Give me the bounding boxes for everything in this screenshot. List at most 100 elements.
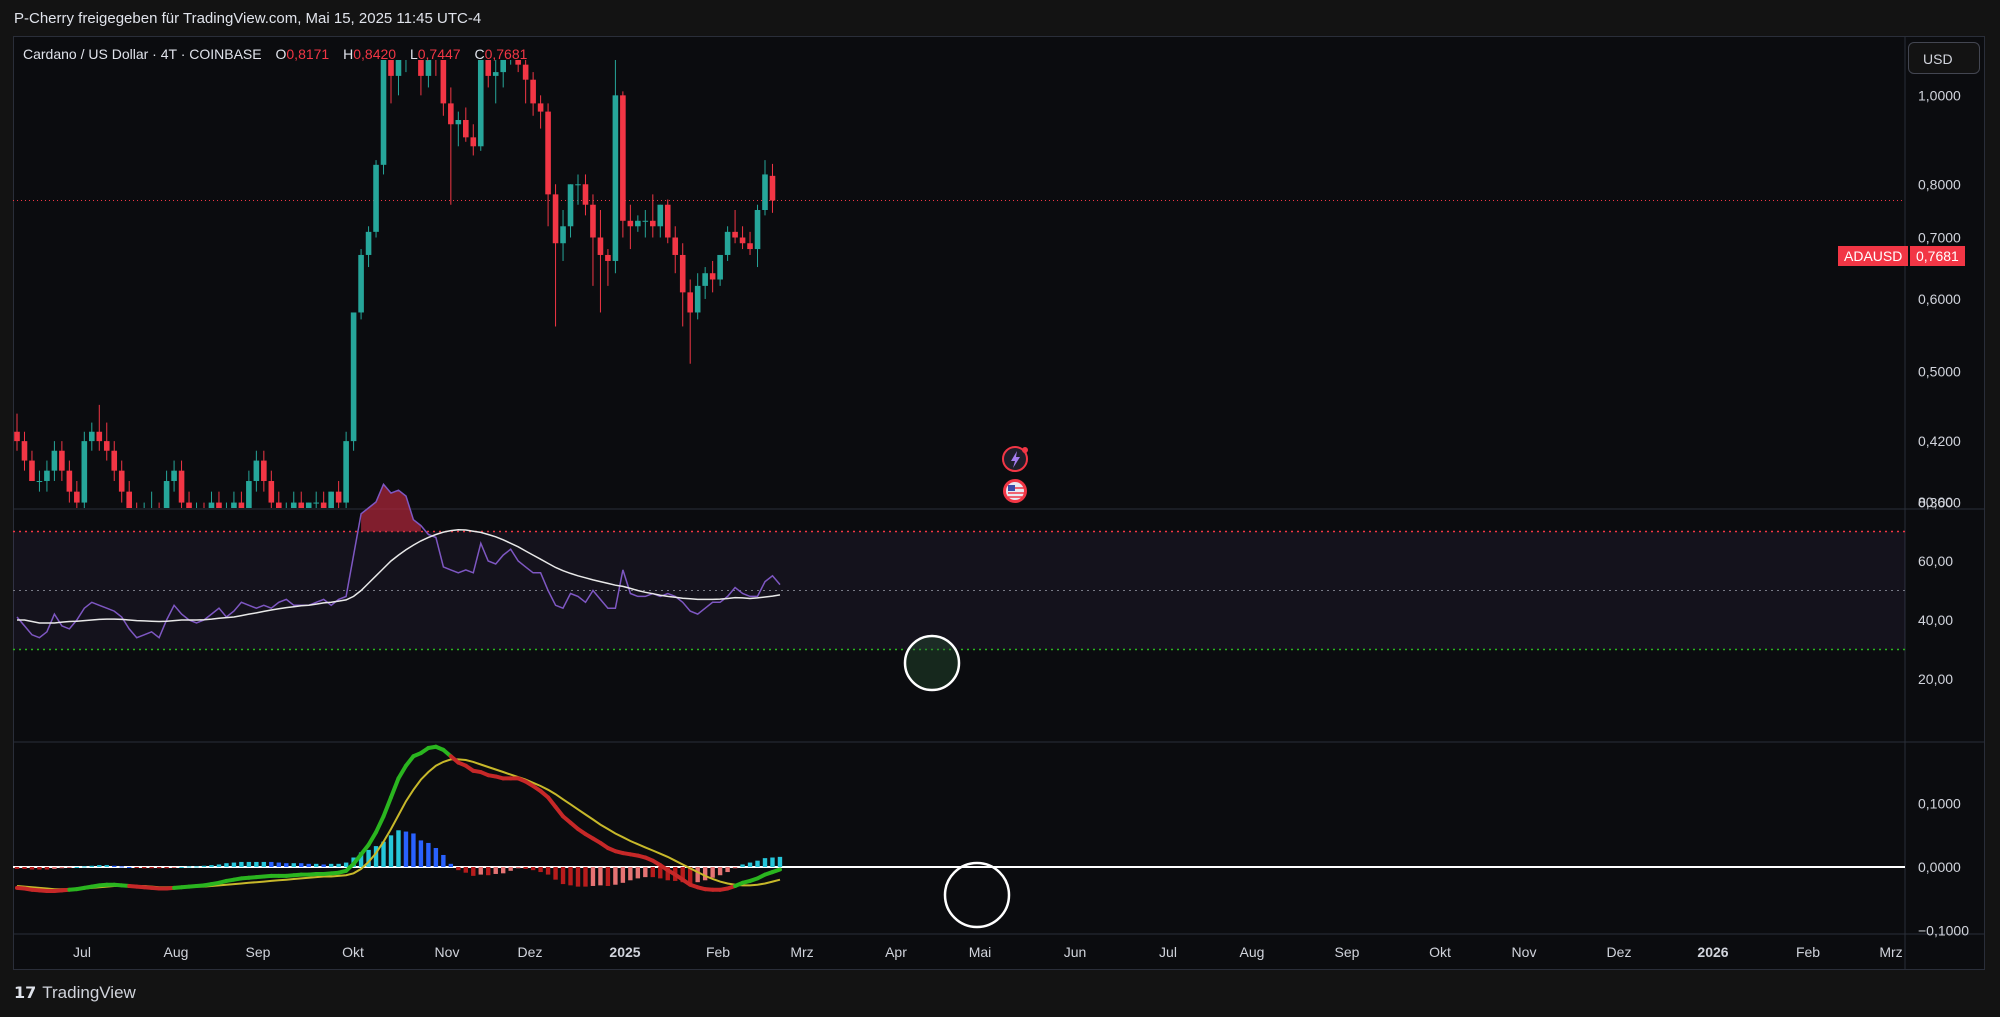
time-axis-label: Mai [969,944,992,960]
macd-axis-label: 0,0000 [1918,859,1961,875]
macd-histogram-bar [254,861,259,867]
candle-body [567,184,574,227]
macd-histogram-bar [231,862,237,867]
candle-body [126,491,132,508]
macd-histogram-bar [523,867,528,869]
macd-histogram-bar [194,866,199,868]
time-axis-label: Nov [435,944,460,960]
macd-histogram-bar [328,863,334,867]
candle-body [358,254,364,313]
macd-histogram-bar [456,867,461,871]
candle-body [313,502,319,504]
candle-body [51,450,58,471]
macd-histogram-bar [89,865,94,867]
candle-body [74,491,80,503]
macd-histogram-bar [284,863,289,867]
macd-histogram-bar [501,867,506,874]
macd-histogram-bar [239,861,244,867]
macd-histogram-bar [269,861,274,867]
macd-histogram-bar [590,867,596,886]
macd-axis-label: 0,1000 [1918,796,1961,812]
candle-body [283,514,289,515]
macd-histogram-bar [560,867,566,885]
rsi-overbought-fill [361,484,421,532]
candle-body [208,502,215,508]
candle-body [365,231,372,255]
candle-body [747,243,753,250]
candle-body [21,441,28,461]
macd-histogram-bar [261,861,267,867]
symbol-name[interactable]: Cardano / US Dollar · 4T · COINBASE [23,46,262,62]
candle-body [350,312,357,442]
macd-histogram-bar [209,865,214,867]
macd-histogram-bar [553,867,558,880]
macd-histogram-bar [411,833,416,867]
candle-body [298,502,305,508]
macd-histogram-bar [29,867,35,870]
time-axis-label: Okt [1429,944,1451,960]
candle-body [605,254,611,261]
macd-highlight-circle [943,861,1011,929]
macd-histogram-bar [246,861,252,867]
macd-histogram-bar [493,867,498,874]
macd-histogram-bar [486,867,491,876]
candle-body [171,470,177,482]
candle-body [627,220,634,227]
macd-histogram-bar [336,863,341,867]
time-axis-label: Okt [342,944,364,960]
time-axis-label: Aug [164,944,189,960]
time-axis-label: Nov [1512,944,1537,960]
candle-body [156,514,162,526]
low-label: L [409,46,418,62]
macd-line-segment [366,830,379,847]
macd-histogram-bar [702,867,708,881]
macd-histogram-bar [508,867,513,871]
last-price-tag: 0,7681 [1910,246,1965,266]
candle-body [754,210,761,250]
price-axis-label: 0,4200 [1918,433,1961,449]
candle-body [582,184,589,205]
macd-histogram-bar [171,867,177,868]
macd-line-segment [374,814,386,835]
time-axis-label: Dez [518,944,543,960]
lightning-event-icon [1002,446,1028,472]
macd-histogram-bar [515,867,521,869]
macd-histogram-bar [433,848,439,867]
tradingview-brand[interactable]: 𝟭𝟳 TradingView [14,983,136,1003]
tradingview-logo-icon: 𝟭𝟳 [14,985,37,1002]
candle-body [642,220,649,222]
candle-body [530,79,536,104]
brand-name: TradingView [42,983,136,1002]
macd-histogram-bar [583,867,588,887]
candle-body [276,502,282,508]
macd-histogram-bar [732,867,738,869]
macd-histogram-bar [598,867,603,886]
candle-body [575,184,581,186]
macd-histogram-bar [568,867,573,886]
macd-histogram-bar [388,835,394,867]
macd-histogram-bar [463,867,468,873]
candle-body [14,431,20,442]
macd-histogram-bar [426,842,431,867]
candle-body [44,470,50,482]
macd-histogram-bar [59,867,65,869]
macd-histogram-bar [710,867,715,878]
macd-histogram-bar [403,831,409,867]
candle-body [440,60,447,104]
currency-button[interactable]: USD [1908,42,1980,74]
time-axis-label: 2026 [1697,944,1728,960]
candle-body [769,175,776,201]
candle-body [552,194,559,244]
time-axis-label: Jun [1064,944,1087,960]
time-axis-label: Sep [246,944,271,960]
candle-body [134,514,140,526]
candle-body [724,231,731,255]
candle-body [81,441,88,503]
candle-body [328,491,334,508]
chart-canvas[interactable]: 1,00000,80000,70000,60000,50000,42000,36… [0,0,2000,1017]
macd-histogram-bar [52,867,57,869]
macd-histogram-bar [37,867,42,870]
candle-body [702,273,708,286]
macd-histogram-bar [134,867,139,868]
macd-histogram-bar [545,867,551,875]
